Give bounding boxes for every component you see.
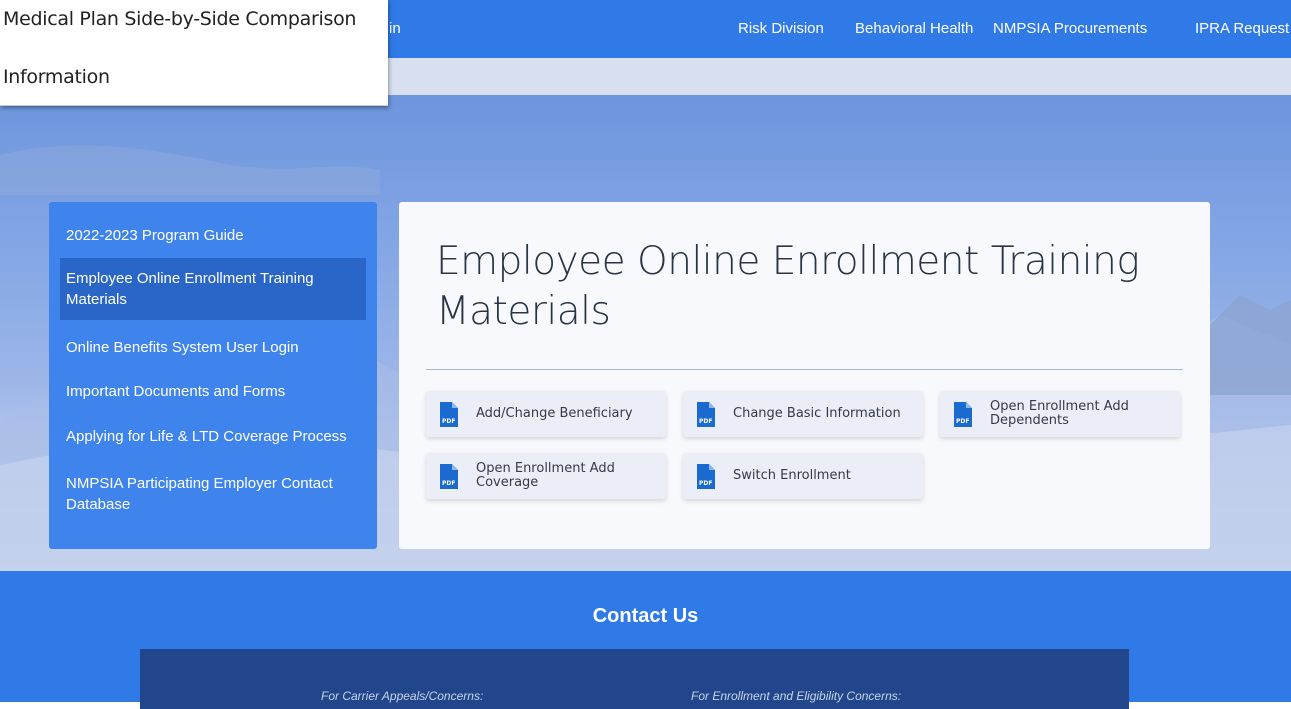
sidebar: 2022-2023 Program Guide Employee Online …	[49, 202, 377, 549]
carrier-appeals-heading: For Carrier Appeals/Concerns:	[321, 689, 484, 703]
content-card: Employee Online Enrollment Training Mate…	[399, 202, 1210, 549]
pdf-icon: PDF	[440, 464, 458, 489]
page-title: Employee Online Enrollment Training Mate…	[436, 239, 1140, 334]
contact-box: For Carrier Appeals/Concerns: For Enroll…	[140, 649, 1129, 709]
doc-button-label: Change Basic Information	[733, 406, 901, 421]
nav-link-nmpsia-procurements[interactable]: NMPSIA Procurements	[993, 20, 1147, 37]
svg-text:PDF: PDF	[442, 418, 455, 425]
nav-dropdown-menu: Medical Plan Side-by-Side Comparison Inf…	[0, 0, 388, 106]
pdf-icon: PDF	[697, 464, 715, 489]
pdf-icon: PDF	[697, 402, 715, 427]
nav-link-behavioral-health[interactable]: Behavioral Health	[855, 20, 973, 37]
sidebar-item-user-login[interactable]: Online Benefits System User Login	[60, 337, 366, 358]
svg-text:PDF: PDF	[699, 480, 712, 487]
dropdown-item-plan-comparison[interactable]: Medical Plan Side-by-Side Comparison	[3, 8, 356, 30]
sidebar-item-employer-contact-db[interactable]: NMPSIA Participating Employer Contact Da…	[60, 473, 366, 515]
doc-button-label: Add/Change Beneficiary	[476, 406, 633, 421]
nav-link-ipra-request[interactable]: IPRA Request	[1195, 20, 1289, 37]
sidebar-item-enrollment-training[interactable]: Employee Online Enrollment Training Mate…	[60, 258, 366, 320]
doc-button-add-change-beneficiary[interactable]: PDF Add/Change Beneficiary	[426, 391, 666, 437]
doc-button-switch-enrollment[interactable]: PDF Switch Enrollment	[683, 453, 923, 499]
contact-title: Contact Us	[592, 605, 699, 627]
doc-button-change-basic-information[interactable]: PDF Change Basic Information	[683, 391, 923, 437]
doc-button-label: Open Enrollment Add Dependents	[990, 399, 1129, 428]
contact-section: Contact Us For Carrier Appeals/Concerns:…	[0, 571, 1291, 709]
svg-text:PDF: PDF	[956, 418, 969, 425]
enrollment-eligibility-heading: For Enrollment and Eligibility Concerns:	[691, 689, 902, 703]
pdf-icon: PDF	[954, 402, 972, 427]
sidebar-item-documents-forms[interactable]: Important Documents and Forms	[60, 381, 366, 402]
doc-button-open-enrollment-add-dependents[interactable]: PDF Open Enrollment Add Dependents	[940, 391, 1180, 437]
nav-link-partial[interactable]: in	[389, 20, 401, 37]
nav-link-risk-division[interactable]: Risk Division	[738, 20, 824, 37]
svg-text:PDF: PDF	[442, 480, 455, 487]
doc-button-label: Switch Enrollment	[733, 468, 851, 483]
sidebar-item-program-guide[interactable]: 2022-2023 Program Guide	[60, 225, 366, 246]
divider	[426, 369, 1183, 370]
dropdown-item-information[interactable]: Information	[3, 66, 110, 88]
svg-text:PDF: PDF	[699, 418, 712, 425]
pdf-icon: PDF	[440, 402, 458, 427]
sidebar-item-life-ltd-coverage[interactable]: Applying for Life & LTD Coverage Process	[60, 426, 366, 447]
doc-button-open-enrollment-add-coverage[interactable]: PDF Open Enrollment Add Coverage	[426, 453, 666, 499]
doc-button-label: Open Enrollment Add Coverage	[476, 461, 615, 490]
